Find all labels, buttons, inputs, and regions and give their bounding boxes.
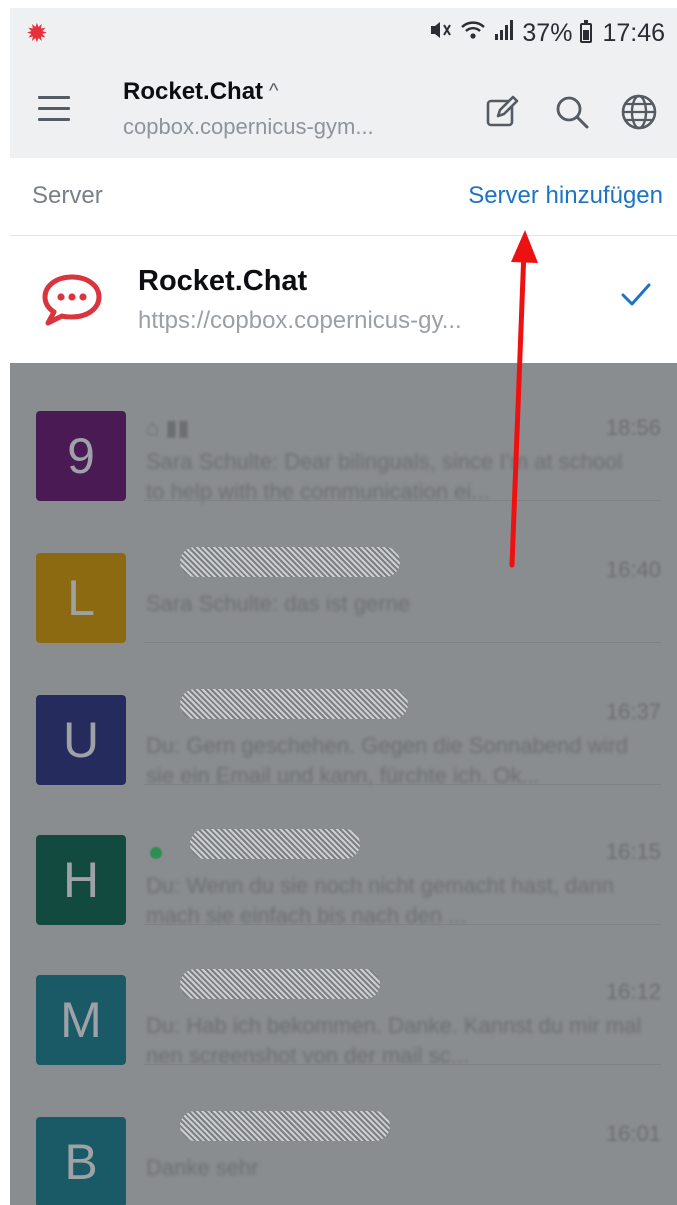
signal-icon [494, 19, 514, 47]
clock: 17:46 [602, 18, 665, 47]
avatar: 9 [36, 411, 126, 501]
globe-icon[interactable] [619, 92, 659, 132]
avatar: U [36, 695, 126, 785]
list-item[interactable]: U 16:37 Du: Gern geschehen. Gegen die So… [10, 645, 677, 788]
menu-icon[interactable] [38, 88, 70, 128]
header-subtitle: copbox.copernicus-gym... [123, 114, 374, 139]
room-last-message: Du: Hab ich bekommen. Danke. Kannst du m… [146, 1013, 642, 1068]
checkmark-icon [619, 277, 653, 311]
redaction-scribble [180, 547, 400, 577]
status-indicators: 37% 17:46 [428, 19, 665, 48]
room-last-message: Danke sehr [146, 1155, 259, 1180]
server-name: Rocket.Chat [138, 265, 308, 297]
divider [144, 500, 661, 501]
server-item[interactable]: Rocket.Chat https://copbox.copernicus-gy… [10, 237, 677, 363]
status-bar: ✹ 37% 17:46 [10, 8, 677, 58]
room-time: 16:15 [605, 839, 661, 864]
server-switcher[interactable]: Rocket.Chat ^ [123, 78, 278, 106]
mute-vibrate-icon [428, 19, 452, 47]
server-url: https://copbox.copernicus-gy... [138, 307, 462, 334]
avatar: L [36, 553, 126, 643]
room-time: 16:01 [605, 1121, 661, 1146]
app-frame: ✹ 37% 17:46 Rocket.Chat ^ copbox.copernic… [10, 8, 677, 1205]
list-item[interactable]: 9 ⌂ ▮▮ 18:56 Sara Schulte: Dear bilingua… [10, 363, 677, 504]
room-last-message: Du: Gern geschehen. Gegen die Sonnabend … [146, 733, 628, 788]
avatar: B [36, 1117, 126, 1205]
room-last-message: Sara Schulte: Dear bilinguals, since I'm… [146, 449, 623, 504]
list-item[interactable]: M 16:12 Du: Hab ich bekommen. Danke. Kan… [10, 925, 677, 1068]
room-time: 16:37 [605, 699, 661, 724]
list-item[interactable]: B 16:01 Danke sehr [10, 1067, 677, 1205]
room-time: 16:40 [605, 557, 661, 582]
search-icon[interactable] [552, 92, 592, 132]
redaction-scribble [180, 969, 380, 999]
room-time: 16:12 [605, 979, 661, 1004]
chevron-up-icon: ^ [269, 80, 279, 102]
battery-icon [580, 20, 593, 43]
avatar: H [36, 835, 126, 925]
room-name: ⌂ ▮▮ [146, 415, 190, 440]
online-status-icon [150, 847, 162, 859]
redaction-scribble [190, 829, 360, 859]
server-section-label: Server [32, 182, 103, 209]
header-title: Rocket.Chat [123, 78, 264, 105]
room-time: 18:56 [605, 415, 661, 440]
redaction-scribble [180, 1111, 390, 1141]
list-item[interactable]: L 16:40 Sara Schulte: das ist gerne [10, 503, 677, 643]
notification-icon: ✹ [26, 18, 48, 48]
redaction-scribble [180, 689, 408, 719]
app-header: Rocket.Chat ^ copbox.copernicus-gym... [10, 58, 677, 158]
room-last-message: Sara Schulte: das ist gerne [146, 591, 411, 616]
list-item[interactable]: H 16:15 Du: Wenn du sie noch nicht gemac… [10, 785, 677, 928]
server-panel-header: Server Server hinzufügen [10, 158, 677, 236]
room-last-message: Du: Wenn du sie noch nicht gemacht hast,… [146, 873, 614, 928]
compose-icon[interactable] [483, 92, 523, 132]
divider [144, 642, 661, 643]
rocket-chat-logo-icon [40, 271, 104, 329]
add-server-button[interactable]: Server hinzufügen [468, 182, 663, 210]
divider [144, 1064, 661, 1065]
wifi-icon [460, 19, 486, 47]
avatar: M [36, 975, 126, 1065]
battery-percent: 37% [522, 18, 573, 47]
room-list-overlay[interactable]: 9 ⌂ ▮▮ 18:56 Sara Schulte: Dear bilingua… [10, 363, 677, 1205]
